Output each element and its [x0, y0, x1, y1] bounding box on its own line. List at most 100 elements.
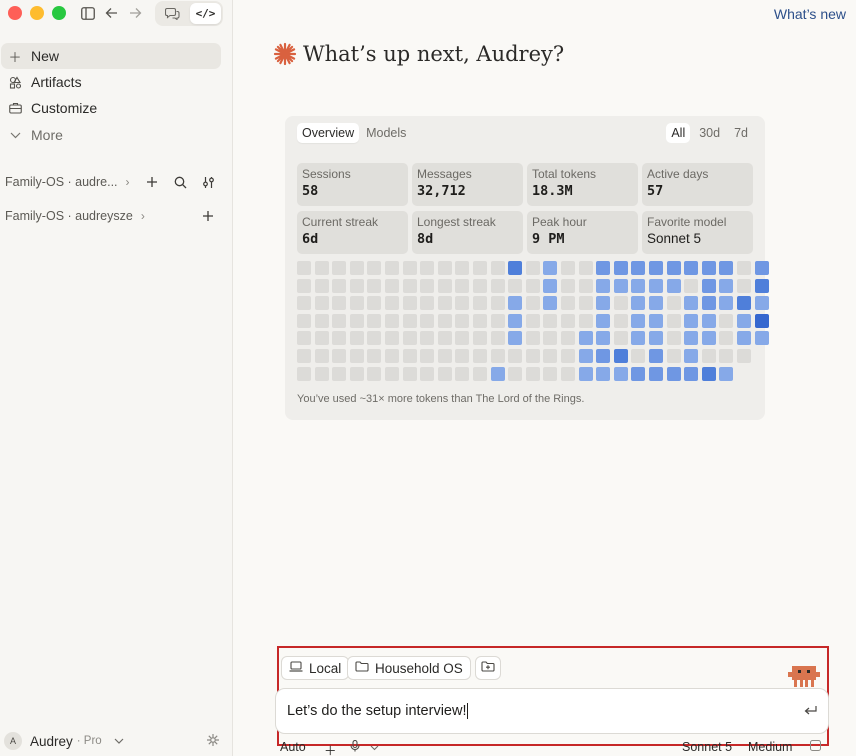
search-button[interactable]: [172, 174, 188, 190]
heatmap-cell: [420, 331, 435, 346]
stat-label: Active days: [647, 167, 709, 181]
stats-tabs: Overview Models: [297, 123, 411, 143]
heatmap-cell: [297, 313, 311, 328]
plus-icon[interactable]: ＋: [324, 740, 337, 756]
text-caret: [467, 703, 469, 719]
heatmap-cell: [666, 278, 681, 293]
code-mode-button[interactable]: </>: [190, 3, 221, 24]
tab-models[interactable]: Models: [361, 123, 411, 143]
heatmap-cell: [349, 331, 364, 346]
heatmap-cell: [701, 366, 716, 381]
minimize-window-button[interactable]: [30, 6, 44, 20]
heatmap-cell: [543, 366, 558, 381]
nav-artifacts[interactable]: Artifacts: [1, 69, 221, 95]
sidebar-toggle-icon[interactable]: [78, 4, 98, 22]
environment-chip-local[interactable]: Local: [281, 656, 350, 680]
heatmap-cell: [297, 331, 311, 346]
chevron-down-icon[interactable]: [370, 740, 379, 754]
heatmap-cell: [297, 349, 311, 363]
heatmap-cell: [684, 278, 699, 293]
heatmap-cell: [543, 349, 558, 363]
heatmap-cell: [437, 261, 452, 275]
heatmap-cell: [596, 278, 611, 293]
heatmap-cell: [490, 366, 505, 381]
heatmap-cell: [332, 349, 347, 363]
heatmap-cell: [455, 296, 470, 311]
stat-value: 18.3M: [532, 183, 573, 199]
maximize-window-button[interactable]: [52, 6, 66, 20]
heatmap-cell: [684, 349, 699, 363]
new-session-button[interactable]: [200, 208, 216, 224]
heatmap-cell: [684, 261, 699, 275]
heatmap-cell: [490, 331, 505, 346]
arrow-right-icon[interactable]: [125, 4, 145, 22]
heatmap-cell: [525, 313, 540, 328]
close-window-button[interactable]: [8, 6, 22, 20]
mode-selector[interactable]: Auto: [280, 740, 306, 754]
heatmap-cell: [719, 296, 734, 311]
heatmap-cell: [314, 261, 329, 275]
range-all[interactable]: All: [666, 123, 691, 143]
stat-label: Sessions: [302, 167, 351, 181]
heatmap-cell: [332, 296, 347, 311]
heatmap-cell: [473, 349, 487, 363]
tab-overview[interactable]: Overview: [297, 123, 360, 143]
heatmap-cell: [701, 349, 716, 363]
heatmap-cell: [437, 331, 452, 346]
heatmap-cell: [719, 278, 734, 293]
nav-new[interactable]: ＋ New: [1, 43, 221, 69]
briefcase-icon: [8, 102, 22, 114]
nav-customize[interactable]: Customize: [1, 95, 221, 121]
heatmap-cell: [578, 296, 593, 311]
enter-icon[interactable]: [804, 703, 817, 719]
heatmap-cell: [631, 331, 646, 346]
whats-new-link[interactable]: What’s new: [774, 6, 846, 22]
heatmap-cell: [666, 349, 681, 363]
heatmap-cell: [402, 331, 417, 346]
chat-mode-button[interactable]: [157, 3, 188, 24]
new-session-button[interactable]: [144, 174, 160, 190]
heatmap-cell: [543, 296, 558, 311]
heatmap-cell: [543, 331, 558, 346]
heatmap-cell: [420, 261, 435, 275]
heatmap-cell: [525, 278, 540, 293]
add-folder-button[interactable]: [475, 656, 501, 680]
message-input[interactable]: Let’s do the setup interview!: [275, 688, 829, 734]
heatmap-cell: [314, 349, 329, 363]
checkbox-icon[interactable]: [810, 740, 821, 754]
heatmap-cell: [631, 313, 646, 328]
sparkle-settings-icon[interactable]: [206, 733, 220, 750]
heatmap-cell: [437, 366, 452, 381]
heatmap-cell: [701, 331, 716, 346]
heatmap-cell: [508, 313, 523, 328]
range-30d[interactable]: 30d: [694, 123, 725, 143]
heatmap-cell: [402, 366, 417, 381]
heatmap-cell: [701, 261, 716, 275]
heatmap-cell: [490, 278, 505, 293]
folder-chip-household-os[interactable]: Household OS: [347, 656, 471, 680]
heatmap-cell: [402, 278, 417, 293]
heatmap-cell: [613, 296, 628, 311]
user-menu[interactable]: A Audrey · Pro: [4, 730, 226, 752]
filter-button[interactable]: [200, 174, 216, 190]
stat-total-tokens: Total tokens 18.3M: [527, 163, 638, 206]
stat-sessions: Sessions 58: [297, 163, 408, 206]
microphone-icon[interactable]: [350, 739, 360, 755]
heatmap-cell: [684, 296, 699, 311]
mascot-icon: [788, 666, 820, 687]
heatmap-cell: [578, 349, 593, 363]
nav-more[interactable]: More: [1, 122, 221, 148]
sparkle-logo-icon: [273, 42, 297, 66]
model-selector[interactable]: Sonnet 5: [682, 740, 732, 754]
heatmap-cell: [349, 313, 364, 328]
heatmap-cell: [525, 296, 540, 311]
heatmap-cell: [420, 349, 435, 363]
stat-value: 32,712: [417, 183, 466, 199]
heatmap-cell: [596, 313, 611, 328]
laptop-icon: [289, 661, 303, 675]
sliders-icon: [202, 176, 214, 188]
range-7d[interactable]: 7d: [729, 123, 753, 143]
arrow-left-icon[interactable]: [101, 4, 121, 22]
effort-selector[interactable]: Medium: [748, 740, 792, 754]
project-row-family-os-2[interactable]: Family-OS · audreysze ›: [5, 206, 220, 226]
